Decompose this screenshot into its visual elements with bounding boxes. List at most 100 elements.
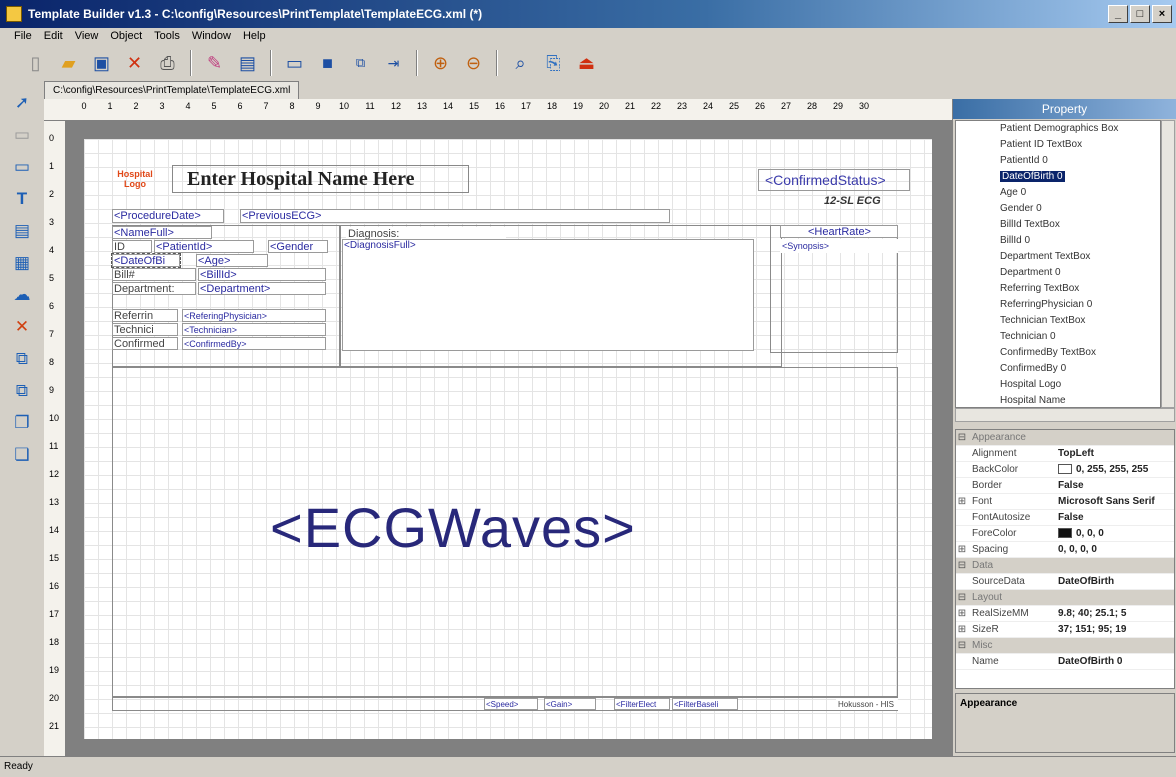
property-row[interactable]: SourceData DateOfBirth — [956, 574, 1174, 590]
confirmed-status-field[interactable]: <ConfirmedStatus> — [758, 169, 910, 191]
tree-horizontal-scrollbar[interactable] — [955, 408, 1175, 422]
send-back-icon[interactable]: ⧉ — [9, 378, 35, 404]
tree-item[interactable]: BillId TextBox — [956, 217, 1160, 233]
property-value-cell[interactable]: 0, 255, 255, 255 — [1056, 462, 1174, 477]
property-row[interactable]: ForeColor 0, 0, 0 — [956, 526, 1174, 542]
maximize-button[interactable]: □ — [1130, 5, 1150, 23]
export-icon[interactable]: ⏏ — [573, 50, 600, 77]
referring-label[interactable]: Referrin — [112, 309, 178, 322]
rectangle-icon[interactable]: ▭ — [281, 50, 308, 77]
name-full-field[interactable]: <NameFull> — [112, 226, 212, 239]
expand-icon[interactable]: ⊞ — [956, 542, 968, 557]
hospital-name-field[interactable]: Enter Hospital Name Here — [172, 165, 469, 193]
tree-item[interactable]: Hospital Name — [956, 393, 1160, 407]
date-of-birth-field[interactable]: <DateOfBi — [111, 253, 181, 268]
bill-id-field[interactable]: <BillId> — [198, 268, 326, 281]
edit-icon[interactable]: ✎ — [201, 50, 228, 77]
property-row[interactable]: ⊞ SizeR 37; 151; 95; 19 — [956, 622, 1174, 638]
confirmed-label[interactable]: Confirmed — [112, 337, 178, 350]
referring-physician-field[interactable]: <ReferingPhysician> — [182, 309, 326, 322]
collapse-icon[interactable]: ⊟ — [956, 558, 968, 573]
tree-item-selected[interactable]: DateOfBirth 0 — [956, 169, 1160, 185]
expand-icon[interactable]: ⊞ — [956, 606, 968, 621]
template-page[interactable]: Hospital Logo Enter Hospital Name Here <… — [84, 139, 932, 739]
collapse-icon[interactable]: ⊟ — [956, 430, 968, 445]
tree-item[interactable]: Department 0 — [956, 265, 1160, 281]
property-value[interactable]: False — [1056, 510, 1174, 525]
speed-field[interactable]: <Speed> — [484, 698, 538, 710]
property-row[interactable]: ⊞ RealSizeMM 9.8; 40; 25.1; 5 — [956, 606, 1174, 622]
previous-ecg-field[interactable]: <PreviousECG> — [240, 209, 670, 223]
department-field[interactable]: <Department> — [198, 282, 326, 295]
id-label[interactable]: ID — [112, 240, 152, 253]
property-value[interactable]: DateOfBirth 0 — [1056, 654, 1174, 669]
tree-item[interactable]: Hospital Logo — [956, 377, 1160, 393]
property-value[interactable]: Microsoft Sans Serif — [1056, 494, 1174, 509]
technician-label[interactable]: Technici — [112, 323, 178, 336]
object-tree[interactable]: Patient Demographics Box Patient ID Text… — [955, 120, 1161, 408]
properties-icon[interactable]: ▤ — [234, 50, 261, 77]
property-value[interactable]: TopLeft — [1056, 446, 1174, 461]
close-button[interactable]: × — [1152, 5, 1172, 23]
menu-object[interactable]: Object — [110, 28, 142, 45]
tree-item[interactable]: Patient Demographics Box — [956, 121, 1160, 137]
technician-field[interactable]: <Technician> — [182, 323, 326, 336]
tree-item[interactable]: Department TextBox — [956, 249, 1160, 265]
diagnosis-full-field[interactable]: <DiagnosisFull> — [342, 239, 754, 351]
property-row[interactable]: Alignment TopLeft — [956, 446, 1174, 462]
property-category[interactable]: ⊟ Appearance — [956, 430, 1174, 446]
text-tool-icon[interactable]: T — [9, 186, 35, 212]
new-doc-icon[interactable]: ▯ — [22, 50, 49, 77]
confirmed-by-field[interactable]: <ConfirmedBy> — [182, 337, 326, 350]
gender-field[interactable]: <Gender — [268, 240, 328, 253]
footer-right-label[interactable]: Hokusson - HIS — [836, 698, 898, 710]
image-tool-icon[interactable]: ☁ — [9, 282, 35, 308]
ecg-waves-field[interactable]: <ECGWaves> — [270, 495, 636, 560]
delete-tool-icon[interactable]: ✕ — [9, 314, 35, 340]
open-folder-icon[interactable]: ▰ — [55, 50, 82, 77]
property-row[interactable]: Name DateOfBirth 0 — [956, 654, 1174, 670]
tree-item[interactable]: PatientId 0 — [956, 153, 1160, 169]
tree-item[interactable]: BillId 0 — [956, 233, 1160, 249]
zoom-in-icon[interactable]: ⊕ — [427, 50, 454, 77]
menu-tools[interactable]: Tools — [154, 28, 180, 45]
property-value[interactable]: 0, 0, 0, 0 — [1056, 542, 1174, 557]
synopsis-field[interactable]: <Synopsis> — [780, 239, 898, 253]
property-category[interactable]: ⊟ Data — [956, 558, 1174, 574]
tree-item[interactable]: Age 0 — [956, 185, 1160, 201]
tree-item[interactable]: ReferringPhysician 0 — [956, 297, 1160, 313]
select-area-icon[interactable]: ▭ — [9, 122, 35, 148]
menu-window[interactable]: Window — [192, 28, 231, 45]
filter-elect-field[interactable]: <FilterElect — [614, 698, 670, 710]
property-category[interactable]: ⊟ Misc — [956, 638, 1174, 654]
collapse-icon[interactable]: ⊟ — [956, 638, 968, 653]
group-icon[interactable]: ⧉ — [347, 50, 374, 77]
patient-id-field[interactable]: <PatientId> — [154, 240, 254, 253]
document-tab[interactable]: C:\config\Resources\PrintTemplate\Templa… — [44, 81, 300, 99]
textbox-tool-icon[interactable]: ▤ — [9, 218, 35, 244]
table-tool-icon[interactable]: ▦ — [9, 250, 35, 276]
tree-item[interactable]: ConfirmedBy TextBox — [956, 345, 1160, 361]
hospital-logo[interactable]: Hospital Logo — [112, 169, 158, 189]
procedure-date-field[interactable]: <ProcedureDate> — [112, 209, 224, 223]
tree-item[interactable]: Gender 0 — [956, 201, 1160, 217]
gain-field[interactable]: <Gain> — [544, 698, 596, 710]
tree-item[interactable]: Referring TextBox — [956, 281, 1160, 297]
heart-rate-field[interactable]: <HeartRate> — [780, 225, 898, 238]
expand-icon[interactable]: ⊞ — [956, 494, 968, 509]
zoom-fit-icon[interactable]: ⌕ — [507, 50, 534, 77]
tree-item[interactable]: Technician TextBox — [956, 313, 1160, 329]
property-category[interactable]: ⊟ Layout — [956, 590, 1174, 606]
fill-icon[interactable]: ■ — [314, 50, 341, 77]
property-value-cell[interactable]: 0, 0, 0 — [1056, 526, 1174, 541]
tree-vertical-scrollbar[interactable] — [1161, 120, 1175, 408]
property-value[interactable]: False — [1056, 478, 1174, 493]
menu-edit[interactable]: Edit — [44, 28, 63, 45]
zoom-out-icon[interactable]: ⊖ — [460, 50, 487, 77]
delete-icon[interactable]: ✕ — [121, 50, 148, 77]
expand-icon[interactable]: ⊞ — [956, 622, 968, 637]
menu-help[interactable]: Help — [243, 28, 266, 45]
tree-item[interactable]: ConfirmedBy 0 — [956, 361, 1160, 377]
filter-baseline-field[interactable]: <FilterBaseli — [672, 698, 738, 710]
property-grid[interactable]: ⊟ Appearance Alignment TopLeft BackColor 0,… — [955, 429, 1175, 689]
